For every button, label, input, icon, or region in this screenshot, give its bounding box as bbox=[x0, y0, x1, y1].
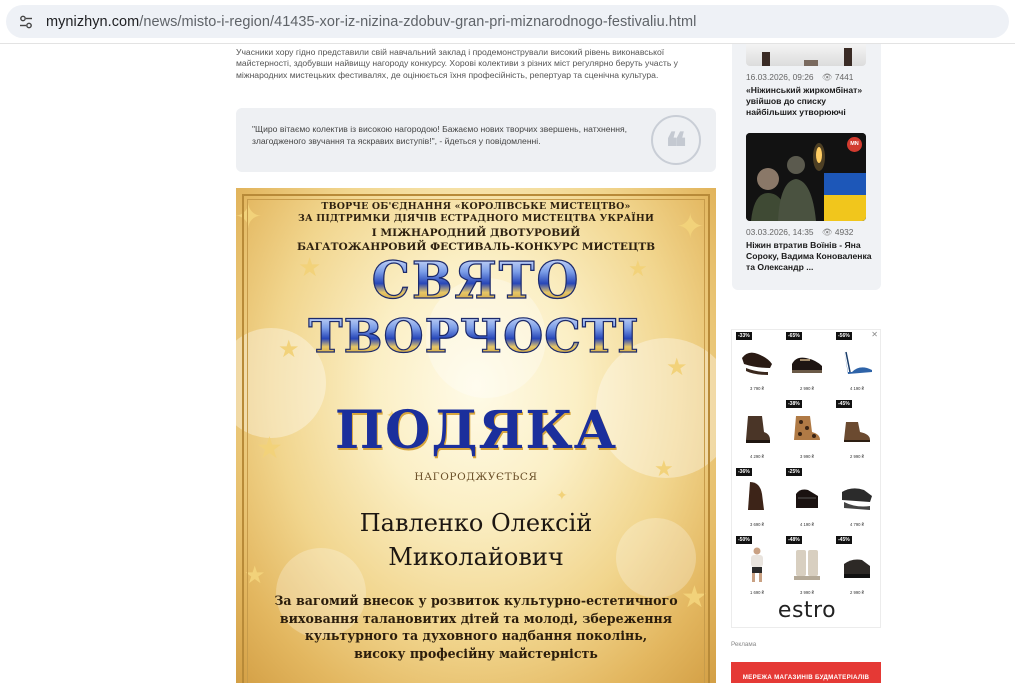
ad-brand-logo: estro bbox=[777, 598, 837, 623]
quote-text: "Щиро вітаємо колектив із високою нагоро… bbox=[252, 124, 628, 147]
festival-title: СВЯТО ТВОРЧОСТІ bbox=[308, 254, 639, 364]
ad-product[interactable]: -25% 4 190 ₴ bbox=[786, 468, 828, 532]
tune-icon[interactable] bbox=[18, 14, 34, 30]
festival-line: БАГАТОЖАНРОВИЙ ФЕСТИВАЛЬ-КОНКУРС МИСТЕЦТ… bbox=[296, 241, 656, 253]
product-price: 4 190 ₴ bbox=[800, 522, 814, 527]
product-price: 3 990 ₴ bbox=[800, 454, 814, 459]
product-price: 3 790 ₴ bbox=[750, 386, 764, 391]
product-price: 4 290 ₴ bbox=[750, 454, 764, 459]
shoe-image bbox=[794, 416, 820, 440]
ad-product[interactable]: -36% 3 690 ₴ bbox=[736, 468, 778, 532]
eye-icon: 👁 bbox=[821, 72, 833, 82]
ad-product[interactable]: -65% 2 990 ₴ bbox=[786, 332, 828, 396]
discount-badge: -50% bbox=[736, 536, 752, 544]
recipient-name-line: Павленко Олексій bbox=[359, 509, 593, 537]
discount-badge: -45% bbox=[836, 536, 852, 544]
product-price: 2 990 ₴ bbox=[850, 454, 864, 459]
site-badge: MN bbox=[847, 137, 862, 152]
discount-badge: -56% bbox=[836, 332, 852, 340]
article-paragraph: Учасники хору гідно представили свій нав… bbox=[236, 47, 678, 80]
shoe-image bbox=[742, 352, 772, 375]
shoe-image bbox=[844, 559, 870, 578]
discount-badge: -36% bbox=[736, 468, 752, 476]
eye-icon: 👁 bbox=[821, 227, 833, 237]
ad-product[interactable]: -45% 2 990 ₴ bbox=[836, 400, 878, 464]
discount-badge: -45% bbox=[836, 400, 852, 408]
shoe-image bbox=[796, 489, 818, 508]
product-price: 4 790 ₴ bbox=[850, 522, 864, 527]
news-views: 7441 bbox=[834, 72, 854, 82]
ad-product[interactable]: 4 790 ₴ bbox=[836, 468, 878, 532]
merit-line: За вагомий внесок у розвиток культурно-е… bbox=[274, 593, 678, 608]
ad-product[interactable]: -56% 4 190 ₴ bbox=[836, 332, 878, 396]
ad-product[interactable]: 4 290 ₴ bbox=[736, 400, 778, 464]
product-price: 2 990 ₴ bbox=[850, 590, 864, 595]
ad-product[interactable]: -33% 3 790 ₴ bbox=[736, 332, 778, 396]
certificate-festival: І МІЖНАРОДНИЙ ДВОТУРОВИЙ БАГАТОЖАНРОВИЙ … bbox=[236, 226, 716, 254]
shoe-image bbox=[844, 422, 870, 442]
news-title-link[interactable]: «Ніжинський жиркомбінат» увійшов до спис… bbox=[746, 85, 874, 119]
ad-product[interactable]: -48% 3 990 ₴ bbox=[786, 536, 828, 600]
news-thumbnail[interactable] bbox=[746, 44, 866, 66]
ad-banner-text: МЕРЕЖА МАГАЗИНІВ БУДМАТЕРІАЛІВ bbox=[742, 674, 870, 681]
product-price: 1 690 ₴ bbox=[750, 590, 764, 595]
news-thumbnail[interactable]: MN bbox=[746, 133, 866, 221]
shoe-image bbox=[748, 482, 764, 510]
recipient-name: Павленко Олексій Миколайович bbox=[236, 506, 716, 574]
merit-line: високу професійну майстерність bbox=[354, 645, 598, 661]
news-date: 16.03.2026, 09:26 bbox=[746, 72, 814, 82]
news-meta: 16.03.2026, 09:26 👁 7441 bbox=[746, 72, 853, 83]
shoe-image bbox=[842, 488, 872, 510]
news-date: 03.03.2026, 14:35 bbox=[746, 227, 814, 237]
url-text: mynizhyn.com/news/misto-i-region/41435-x… bbox=[46, 14, 696, 30]
recipient-name-line: Миколайович bbox=[388, 543, 564, 571]
discount-badge: -33% bbox=[736, 332, 752, 340]
discount-badge: -38% bbox=[786, 400, 802, 408]
quote-icon: ❝ bbox=[651, 115, 701, 171]
certificate-image: ✦ ✦ ★ ★ ★ ★ ★ ★ ★ ★ ✦ ✦ ТВОРЧЕ ОБ'ЄДНАНН… bbox=[236, 188, 716, 683]
url-path: /news/misto-i-region/41435-xor-iz-nizina… bbox=[139, 14, 697, 30]
ad-product[interactable]: -50% 1 690 ₴ bbox=[736, 536, 778, 600]
certificate-awarded: НАГОРОДЖУЄТЬСЯ bbox=[414, 471, 538, 483]
shoe-image bbox=[792, 357, 822, 373]
url-host: mynizhyn.com bbox=[46, 14, 140, 30]
product-price: 3 990 ₴ bbox=[800, 590, 814, 595]
browser-address-bar: mynizhyn.com/news/misto-i-region/41435-x… bbox=[0, 0, 1015, 44]
ad-block[interactable]: ✕ -33% 3 790 ₴ -65% 2 990 ₴ -56% 4 190 ₴… bbox=[731, 329, 881, 628]
shoe-image bbox=[746, 416, 770, 443]
discount-badge: -48% bbox=[786, 536, 802, 544]
festival-title-line: СВЯТО bbox=[372, 254, 581, 310]
shoe-image bbox=[844, 350, 872, 374]
ad-banner[interactable]: МЕРЕЖА МАГАЗИНІВ БУДМАТЕРІАЛІВ bbox=[731, 662, 881, 683]
shoe-image bbox=[794, 550, 820, 580]
news-views: 4932 bbox=[834, 227, 854, 237]
organizer-line: ТВОРЧЕ ОБ'ЄДНАННЯ «КОРОЛІВСЬКЕ МИСТЕЦТВО… bbox=[321, 201, 631, 212]
ad-label: Реклама bbox=[731, 641, 757, 648]
ad-product[interactable]: -38% 3 990 ₴ bbox=[786, 400, 828, 464]
festival-line: І МІЖНАРОДНИЙ ДВОТУРОВИЙ bbox=[371, 227, 581, 239]
ad-product[interactable]: -45% 2 990 ₴ bbox=[836, 536, 878, 600]
certificate-organizer: ТВОРЧЕ ОБ'ЄДНАННЯ «КОРОЛІВСЬКЕ МИСТЕЦТВО… bbox=[236, 201, 716, 225]
product-price: 2 990 ₴ bbox=[800, 386, 814, 391]
news-meta: 03.03.2026, 14:35 👁 4932 bbox=[746, 227, 853, 238]
merit-line: культурного та духовного надбання поколі… bbox=[304, 628, 648, 643]
merit-line: виховання талановитих дітей та молоді, з… bbox=[279, 610, 673, 626]
model-image bbox=[751, 547, 763, 582]
product-price: 4 190 ₴ bbox=[850, 386, 864, 391]
festival-title-line: ТВОРЧОСТІ bbox=[308, 309, 639, 363]
quote-block: "Щиро вітаємо колектив із високою нагоро… bbox=[236, 108, 716, 172]
certificate-merit: За вагомий внесок у розвиток культурно-е… bbox=[236, 592, 716, 662]
url-field[interactable]: mynizhyn.com/news/misto-i-region/41435-x… bbox=[6, 5, 1009, 38]
organizer-line: ЗА ПІДТРИМКИ ДІЯЧІВ ЕСТРАДНОГО МИСТЕЦТВА… bbox=[298, 213, 654, 224]
discount-badge: -25% bbox=[786, 468, 802, 476]
discount-badge: -65% bbox=[786, 332, 802, 340]
news-title-link[interactable]: Ніжин втратив Воїнів - Яна Сороку, Вадим… bbox=[746, 240, 874, 274]
product-price: 3 690 ₴ bbox=[750, 522, 764, 527]
certificate-heading: ПОДЯКА bbox=[334, 400, 618, 461]
